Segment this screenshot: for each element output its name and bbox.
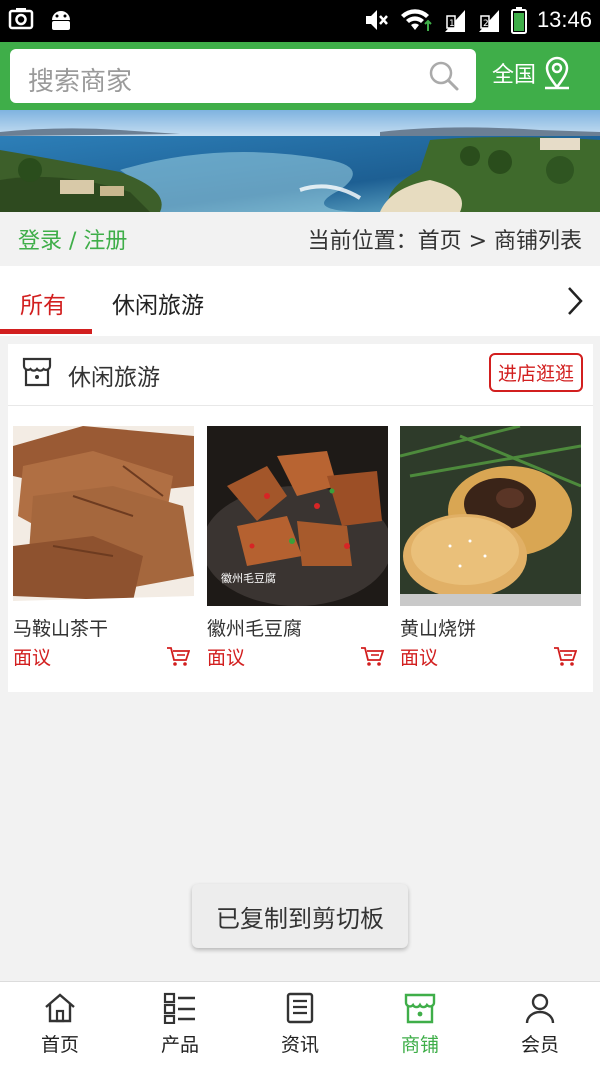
nav-item-shops[interactable]: 商铺 xyxy=(360,982,480,1067)
product-card[interactable]: 黄山烧饼 面议 xyxy=(400,426,581,670)
toast-message: 已复制到剪切板 xyxy=(192,884,408,948)
cart-icon[interactable] xyxy=(360,646,384,668)
product-name: 徽州毛豆腐 xyxy=(207,618,303,640)
search-icon[interactable] xyxy=(428,60,460,92)
shop-icon xyxy=(404,993,436,1024)
category-tabs: 所有 休闲旅游 xyxy=(0,266,600,336)
product-image[interactable]: 徽州毛豆腐 xyxy=(207,426,388,606)
sim2-signal-icon: 2 xyxy=(478,10,499,32)
product-list-icon xyxy=(163,992,195,1024)
nav-label: 商铺 xyxy=(400,1034,439,1056)
location-pin-icon xyxy=(545,56,570,90)
nav-item-products[interactable]: 产品 xyxy=(120,982,240,1067)
login-register-link[interactable]: 登录 / 注册 xyxy=(18,223,127,255)
member-icon xyxy=(525,993,555,1024)
app-header: 搜索商家 全国 xyxy=(0,42,600,110)
breadcrumb: 当前位置：首页 > 商铺列表 xyxy=(307,229,582,254)
store-icon xyxy=(22,357,52,387)
tab-all[interactable]: 所有 xyxy=(20,286,66,320)
nav-item-news[interactable]: 资讯 xyxy=(240,982,360,1067)
visit-shop-button[interactable]: 进店逛逛 xyxy=(488,353,583,392)
nav-label: 资讯 xyxy=(280,1034,319,1056)
breadcrumb-bar: 登录 / 注册 当前位置：首页 > 商铺列表 xyxy=(0,212,600,266)
news-icon xyxy=(286,992,314,1024)
shop-card: 休闲旅游 进店逛逛 马鞍山茶干 面议 徽州毛豆腐 徽州毛豆腐 面议 黄山烧饼 面… xyxy=(8,344,593,692)
nav-label: 会员 xyxy=(520,1034,559,1056)
sim1-signal-icon: 1 xyxy=(444,10,465,32)
product-name: 黄山烧饼 xyxy=(400,618,477,640)
chevron-right-icon[interactable] xyxy=(564,284,586,318)
search-placeholder: 搜索商家 xyxy=(28,67,133,97)
screenshot-icon xyxy=(8,8,34,30)
nav-label: 首页 xyxy=(40,1034,79,1056)
cart-icon[interactable] xyxy=(553,646,577,668)
region-selector[interactable]: 全国 xyxy=(492,56,572,90)
home-icon xyxy=(45,993,75,1023)
region-label: 全国 xyxy=(492,63,537,88)
mute-icon xyxy=(365,10,388,30)
shop-name: 休闲旅游 xyxy=(68,365,160,391)
search-input[interactable]: 搜索商家 xyxy=(10,49,476,103)
product-card[interactable]: 马鞍山茶干 面议 xyxy=(13,426,194,670)
product-image[interactable] xyxy=(13,426,194,606)
shop-header: 休闲旅游 进店逛逛 xyxy=(8,344,593,406)
nav-item-home[interactable]: 首页 xyxy=(0,982,120,1067)
clock: 13:46 xyxy=(536,7,592,32)
wifi-icon xyxy=(400,9,432,31)
status-bar: 1 2 13:46 xyxy=(0,0,600,42)
product-name: 马鞍山茶干 xyxy=(13,618,109,640)
svg-text:1: 1 xyxy=(449,19,455,29)
cart-icon[interactable] xyxy=(166,646,190,668)
bottom-nav: 首页 产品 资讯 商铺 会员 xyxy=(0,981,600,1067)
nav-label: 产品 xyxy=(160,1034,199,1056)
active-tab-indicator xyxy=(0,329,92,334)
tab-leisure-travel[interactable]: 休闲旅游 xyxy=(112,286,204,320)
banner-image[interactable] xyxy=(0,110,600,212)
battery-icon xyxy=(510,7,527,34)
product-image[interactable] xyxy=(400,426,581,606)
nav-item-member[interactable]: 会员 xyxy=(480,982,600,1067)
product-card[interactable]: 徽州毛豆腐 徽州毛豆腐 面议 xyxy=(207,426,388,670)
android-icon xyxy=(52,11,70,30)
image-caption: 徽州毛豆腐 xyxy=(221,571,276,585)
svg-text:2: 2 xyxy=(483,19,489,29)
coastal-landscape-illustration xyxy=(0,110,600,212)
